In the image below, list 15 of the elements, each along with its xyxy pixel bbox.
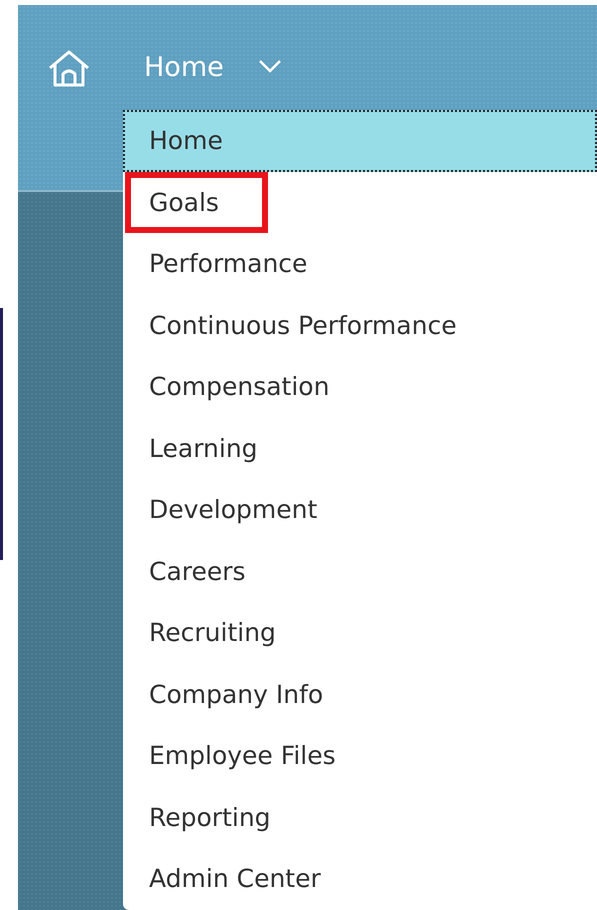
menu-item[interactable]: Compensation — [123, 356, 597, 418]
menu-item[interactable]: Performance — [123, 233, 597, 294]
menu-item[interactable]: Admin Center — [123, 848, 597, 910]
menu-item[interactable]: Recruiting — [123, 602, 597, 664]
menu-item[interactable]: Goals — [123, 172, 597, 233]
menu-item[interactable]: Employee Files — [123, 725, 597, 786]
menu-item[interactable]: Learning — [123, 418, 597, 479]
menu-item[interactable]: Company Info — [123, 664, 597, 725]
menu-item[interactable]: Careers — [123, 540, 597, 602]
chevron-icon[interactable] — [258, 59, 282, 73]
home-icon[interactable] — [48, 49, 90, 87]
menu-item[interactable]: Development — [123, 479, 597, 540]
menu-item[interactable]: Reporting — [123, 786, 597, 848]
menu-item[interactable]: Continuous Performance — [123, 294, 597, 356]
menu-item[interactable]: Home — [123, 110, 597, 172]
